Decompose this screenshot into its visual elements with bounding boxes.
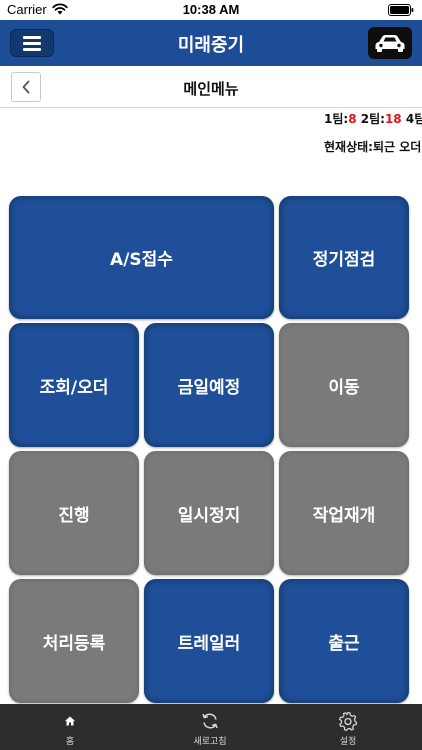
app-title: 미래중기: [177, 35, 245, 56]
team-2-label: 2팀:: [360, 112, 385, 126]
today-schedule-button[interactable]: 금일예정: [144, 323, 274, 447]
team-2-count: 18: [384, 112, 402, 126]
team-1-count: 8: [348, 112, 357, 126]
state-label: 현재상태:: [324, 140, 373, 154]
home-icon: [65, 716, 75, 726]
as-receipt-button[interactable]: A/S접수: [9, 196, 274, 319]
page-title: 메인메뉴: [183, 80, 239, 98]
gear-icon: [339, 711, 358, 731]
tab-settings-label: 설정: [339, 737, 357, 747]
status-time: 10:38 AM: [182, 2, 240, 17]
register-button[interactable]: 처리등록: [9, 579, 139, 703]
status-bar: Carrier 10:38 AM: [0, 0, 422, 20]
trailer-button[interactable]: 트레일러: [144, 579, 274, 703]
team-4-label: 4팀:: [405, 112, 422, 126]
tab-home-label: 홈: [65, 737, 75, 747]
inquiry-order-button[interactable]: 조회/오더: [9, 323, 139, 447]
sub-header: 메인메뉴: [0, 66, 422, 108]
tab-settings[interactable]: 설정: [318, 704, 378, 750]
app-navbar: 미래중기: [0, 20, 422, 66]
depart-button[interactable]: 출근: [279, 579, 409, 703]
tab-home[interactable]: 홈: [40, 704, 100, 750]
refresh-icon: [202, 713, 218, 729]
bottom-tab-bar: 홈 새로고침 설정: [0, 704, 422, 750]
team-counts: 1팀:8 2팀:18 4팀:: [324, 110, 422, 127]
move-button[interactable]: 이동: [279, 323, 409, 447]
state-value: 퇴근 오더: [372, 140, 422, 154]
regular-check-button[interactable]: 정기점검: [279, 196, 409, 319]
progress-button[interactable]: 진행: [9, 451, 139, 575]
pause-button[interactable]: 일시정지: [144, 451, 274, 575]
car-icon: [375, 35, 405, 52]
tab-refresh-label: 새로고침: [193, 737, 227, 747]
vehicle-button[interactable]: [368, 27, 412, 59]
tab-refresh[interactable]: 새로고침: [175, 704, 245, 750]
battery-icon: [388, 4, 414, 16]
team-1-label: 1팀:: [324, 112, 349, 126]
current-state: 현재상태:퇴근 오더: [324, 138, 421, 155]
resume-button[interactable]: 작업재개: [279, 451, 409, 575]
